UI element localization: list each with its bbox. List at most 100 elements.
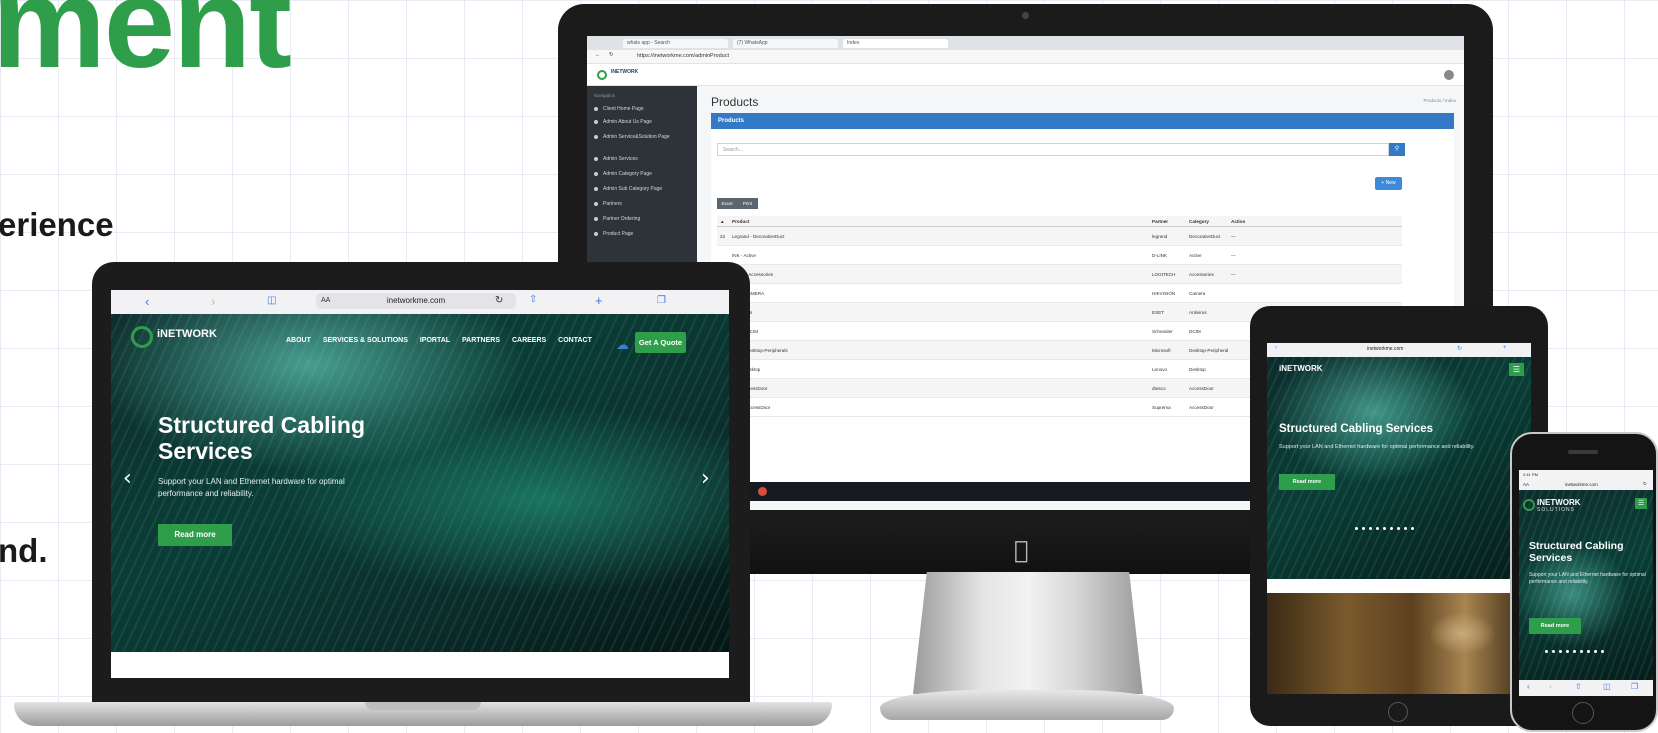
excel-button[interactable]: Excel: [717, 198, 737, 209]
phone-hero-title: Structured Cabling Services: [1529, 540, 1624, 565]
cell-product: Legrand - DecorativeDuct: [732, 233, 785, 239]
browser-tab[interactable]: (7) WhatsApp: [733, 39, 838, 48]
phone-read-more-button[interactable]: Read more: [1529, 618, 1581, 634]
nav-iportal[interactable]: IPORTAL: [420, 337, 450, 344]
back-icon[interactable]: ‹: [1527, 682, 1530, 691]
back-icon[interactable]: ←: [595, 52, 601, 58]
get-a-quote-button[interactable]: Get A Quote: [635, 332, 686, 353]
menu-icon[interactable]: ☰: [1509, 363, 1524, 376]
tabs-icon[interactable]: ❐: [1631, 682, 1638, 691]
cell-category: Antivirus: [1189, 309, 1207, 315]
search-input[interactable]: Search...: [717, 143, 1389, 156]
book-icon[interactable]: ◫: [1603, 682, 1611, 691]
sidebar-item-partner-ordering[interactable]: Partner Ordering: [587, 216, 697, 222]
cell-category: AccessDoor: [1189, 385, 1214, 391]
nav-contact[interactable]: CONTACT: [558, 337, 592, 344]
reload-icon[interactable]: ↻: [609, 52, 614, 58]
browser-tab[interactable]: whats app - Search: [623, 39, 728, 48]
sidebar-item-about[interactable]: Admin About Us Page: [587, 119, 697, 125]
phone-time: 2:41 PM: [1523, 472, 1538, 477]
nav-services[interactable]: SERVICES & SOLUTIONS: [323, 337, 408, 344]
tablet-url[interactable]: inetworkme.com: [1367, 346, 1403, 352]
back-icon[interactable]: ‹: [145, 294, 149, 309]
taskbar-app-icon[interactable]: [758, 487, 767, 496]
share-icon[interactable]: ⇧: [1575, 682, 1582, 691]
nav-partners[interactable]: PARTNERS: [462, 337, 500, 344]
table-header: ▲ Product Partner Category Action: [717, 216, 1402, 227]
url-text: https://inetworkme.com/adminProduct: [637, 53, 730, 59]
sidebar-heading: Navigation: [594, 93, 616, 98]
cell-action[interactable]: [1228, 284, 1398, 302]
cell-category: Active: [1189, 252, 1202, 258]
forward-icon[interactable]: ›: [211, 294, 215, 309]
phone-logo-text[interactable]: INETWORK: [1537, 498, 1581, 507]
breadcrumb[interactable]: Products / Index: [1423, 98, 1456, 103]
menu-icon[interactable]: ☰: [1635, 498, 1647, 509]
promo-line-2: nd.: [0, 532, 48, 569]
table-row[interactable]: 22 Legrand - DecorativeDuct legrand Decorat…: [717, 227, 1402, 246]
tablet-home-button[interactable]: [1388, 702, 1408, 722]
laptop-notch: [365, 702, 481, 710]
cloud-icon[interactable]: ☁: [616, 338, 629, 353]
cell-action[interactable]: —: [1228, 246, 1398, 264]
new-tab-icon[interactable]: +: [1503, 345, 1507, 351]
cell-product: - Antivirus: [729, 303, 1149, 321]
new-button[interactable]: + New: [1375, 177, 1402, 190]
phone-home-button[interactable]: [1572, 702, 1594, 724]
carousel-prev-icon[interactable]: ‹: [123, 466, 132, 491]
site-logo-text[interactable]: iNETWORK: [157, 328, 217, 340]
header-product[interactable]: Product: [729, 216, 1149, 226]
cell-action[interactable]: —: [1228, 265, 1398, 283]
sidebar-item-partners[interactable]: Partners: [587, 201, 697, 207]
inetwork-logo-icon: [597, 70, 607, 80]
tablet-logo-text[interactable]: iNETWORK: [1279, 364, 1323, 373]
table-row[interactable]: sion - CAMERA HIKVISION Camera: [717, 284, 1402, 303]
office-photo: [1267, 593, 1531, 694]
carousel-dots[interactable]: [1355, 527, 1414, 530]
table-row[interactable]: TECH - Accessories LOGITECH Accessories —: [717, 265, 1402, 284]
sidebar-item-subcategory[interactable]: Admin Sub Category Page: [587, 186, 697, 192]
header-partner[interactable]: Partner: [1149, 216, 1186, 226]
sort-icon[interactable]: ▲: [717, 216, 729, 226]
sidebar-item-client-home[interactable]: Client Home Page: [587, 106, 697, 112]
carousel-dots[interactable]: [1545, 650, 1604, 653]
cell-product: eider - DCIM: [732, 328, 759, 334]
sidebar-item-services[interactable]: Admin Services: [587, 156, 697, 162]
tabs-icon[interactable]: ❐: [657, 295, 666, 306]
read-more-button[interactable]: Read more: [158, 524, 232, 546]
share-icon[interactable]: ⇧: [529, 294, 537, 305]
new-tab-icon[interactable]: +: [595, 293, 603, 308]
reader-aa[interactable]: AA: [321, 297, 330, 304]
header-category[interactable]: Category: [1186, 216, 1228, 226]
nav-careers[interactable]: CAREERS: [512, 337, 546, 344]
print-button[interactable]: Print: [737, 198, 758, 209]
url-field[interactable]: inetworkme.com: [316, 293, 516, 309]
address-bar[interactable]: ← ↻ https://inetworkme.com/adminProduct: [587, 50, 1464, 64]
cell-action[interactable]: —: [1228, 227, 1398, 245]
sidebar-item-services-solutions[interactable]: Admin Service&Solution Page: [587, 134, 697, 140]
reload-icon[interactable]: ↻: [1457, 345, 1462, 352]
imac-stand: [913, 572, 1143, 694]
tablet-read-more-button[interactable]: Read more: [1279, 474, 1335, 490]
search-button[interactable]: ⚲: [1389, 143, 1405, 156]
reload-icon[interactable]: ↻: [1643, 481, 1647, 487]
apple-logo-icon: : [1014, 536, 1028, 564]
cell-partner: Schneider: [1152, 328, 1173, 334]
sidebar-item-category[interactable]: Admin Category Page: [587, 171, 697, 177]
user-avatar-icon[interactable]: [1444, 70, 1454, 80]
back-icon[interactable]: ‹: [1275, 345, 1277, 351]
book-icon[interactable]: ◫: [267, 295, 276, 306]
browser-tab-active[interactable]: Index: [843, 39, 948, 48]
reader-aa[interactable]: AA: [1523, 482, 1529, 487]
table-row[interactable]: INK - Active D-LINK Active —: [717, 246, 1402, 265]
carousel-next-icon[interactable]: ›: [701, 466, 710, 491]
header-action[interactable]: Action: [1228, 216, 1398, 226]
phone-url-bar[interactable]: AA inetworkme.com ↻: [1519, 479, 1653, 490]
sidebar-item-product-page[interactable]: Product Page: [587, 231, 697, 237]
cell-product: TECH - Accessories: [732, 271, 774, 277]
gear-icon: [594, 134, 598, 139]
reload-icon[interactable]: ↻: [495, 295, 503, 306]
cell-partner: Lenovo: [1152, 366, 1168, 372]
nav-about[interactable]: ABOUT: [286, 337, 311, 344]
forward-icon[interactable]: ›: [1549, 682, 1552, 691]
